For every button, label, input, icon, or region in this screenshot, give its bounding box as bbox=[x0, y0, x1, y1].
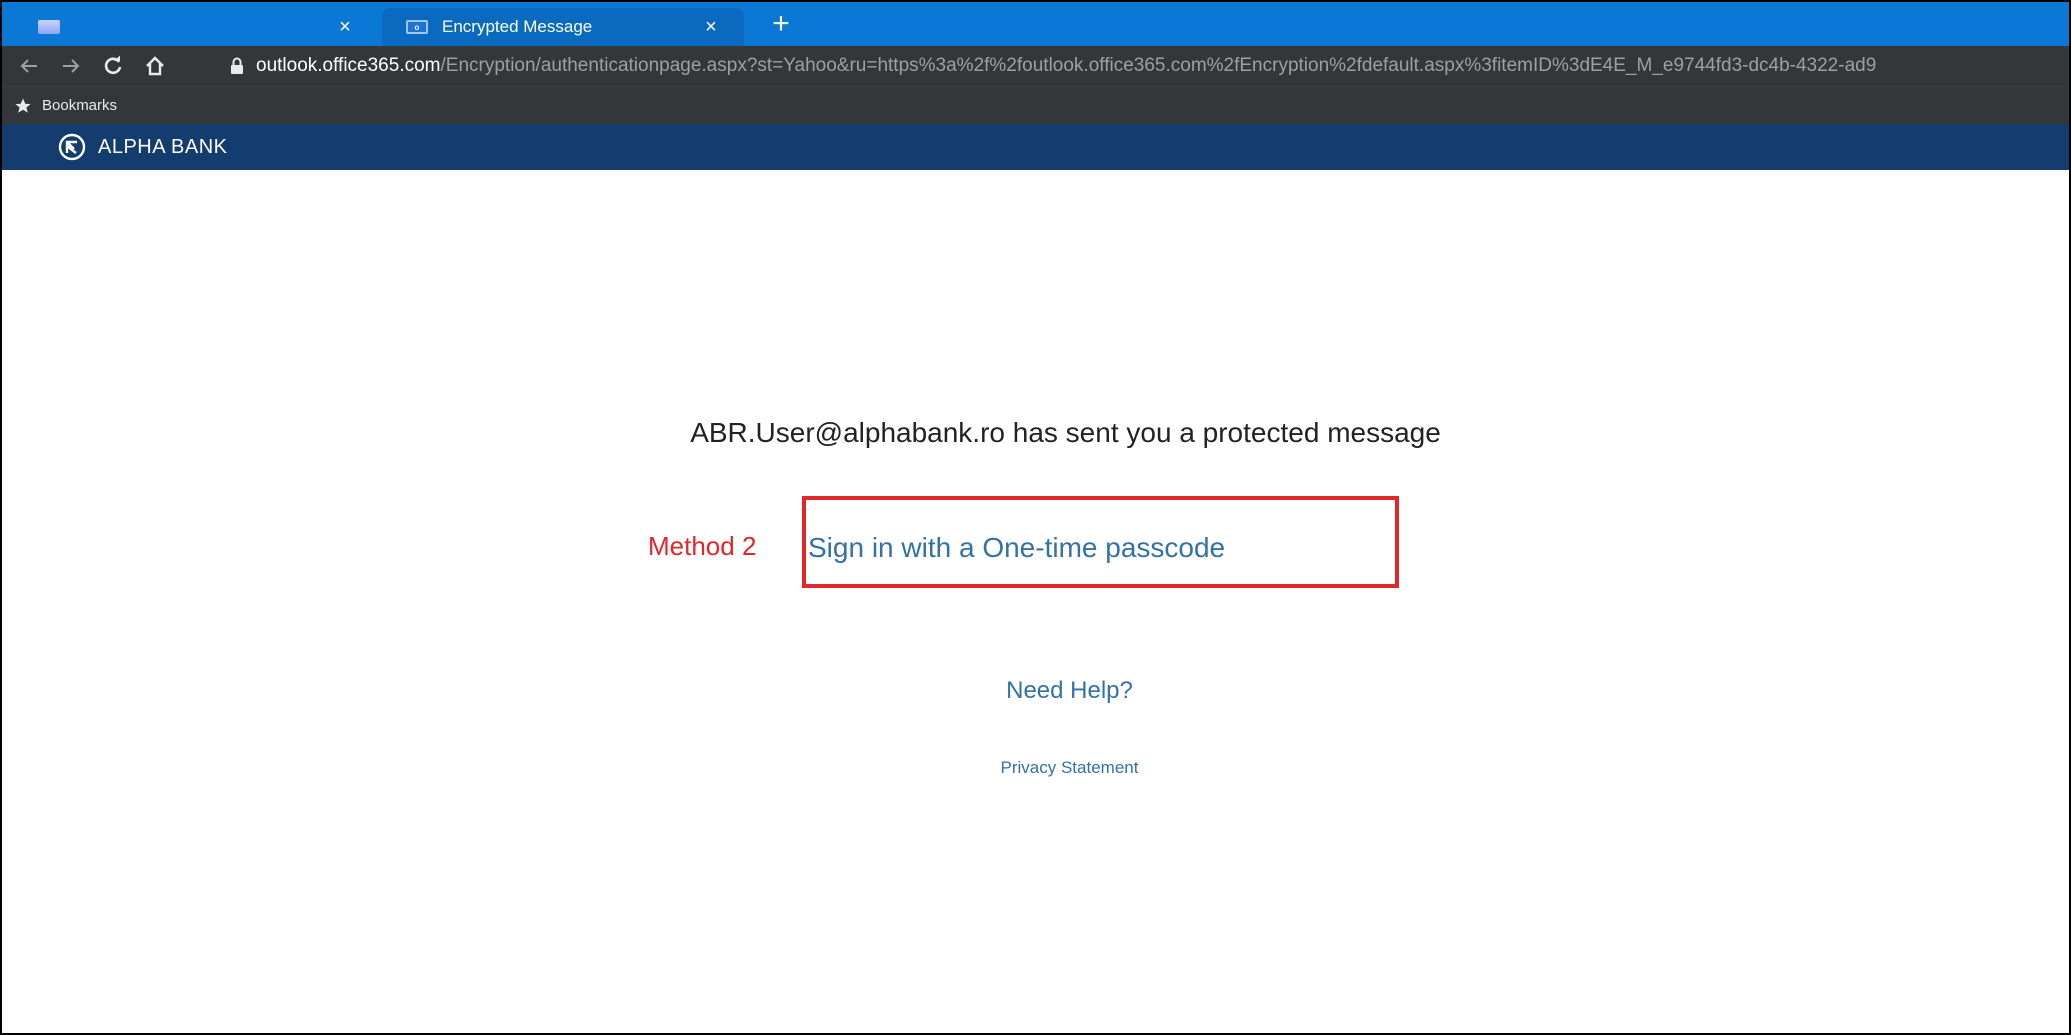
main-content: ABR.User@alphabank.ro has sent you a pro… bbox=[2, 170, 2069, 1033]
browser-toolbar: outlook.office365.com/Encryption/authent… bbox=[2, 46, 2069, 86]
sign-in-one-time-passcode-link[interactable]: Sign in with a One-time passcode bbox=[808, 532, 1225, 564]
screenshot-frame: × o Encrypted Message × + outlook.office… bbox=[0, 0, 2071, 1035]
need-help-link[interactable]: Need Help? bbox=[2, 677, 2069, 705]
tab-close-icon[interactable]: × bbox=[698, 16, 724, 39]
bookmarks-folder[interactable]: Bookmarks bbox=[42, 97, 117, 114]
browser-tab-strip: × o Encrypted Message × + bbox=[2, 2, 2069, 46]
home-icon bbox=[146, 56, 164, 76]
star-icon bbox=[14, 97, 32, 115]
bookmarks-bar: Bookmarks bbox=[2, 86, 2069, 124]
tab-title: Encrypted Message bbox=[442, 17, 593, 36]
arrow-right-icon bbox=[63, 59, 80, 73]
sender-message: ABR.User@alphabank.ro has sent you a pro… bbox=[690, 417, 1441, 448]
forward-button[interactable] bbox=[56, 51, 86, 81]
arrow-left-icon bbox=[20, 59, 37, 73]
bank-name: ALPHA BANK bbox=[98, 135, 228, 158]
method-annotation-label: Method 2 bbox=[648, 531, 757, 561]
lock-icon bbox=[230, 57, 244, 75]
outlook-favicon-icon: o bbox=[406, 20, 428, 34]
home-button[interactable] bbox=[140, 51, 170, 81]
browser-tab-mail[interactable]: × bbox=[10, 8, 378, 46]
reload-icon bbox=[104, 55, 122, 75]
address-bar[interactable]: outlook.office365.com/Encryption/authent… bbox=[230, 51, 2069, 81]
reload-button[interactable] bbox=[98, 51, 128, 81]
browser-tab-encrypted-message[interactable]: o Encrypted Message × bbox=[382, 8, 744, 46]
url-path: /Encryption/authenticationpage.aspx?st=Y… bbox=[440, 55, 1877, 76]
url-host: outlook.office365.com bbox=[256, 55, 441, 76]
alpha-bank-logo-icon bbox=[58, 133, 86, 161]
privacy-statement-link[interactable]: Privacy Statement bbox=[2, 758, 2069, 778]
tab-close-icon[interactable]: × bbox=[332, 16, 358, 39]
bank-header: ALPHA BANK bbox=[2, 124, 2069, 170]
back-button[interactable] bbox=[14, 51, 44, 81]
new-tab-button[interactable]: + bbox=[764, 8, 798, 42]
mail-favicon-icon bbox=[38, 20, 60, 34]
